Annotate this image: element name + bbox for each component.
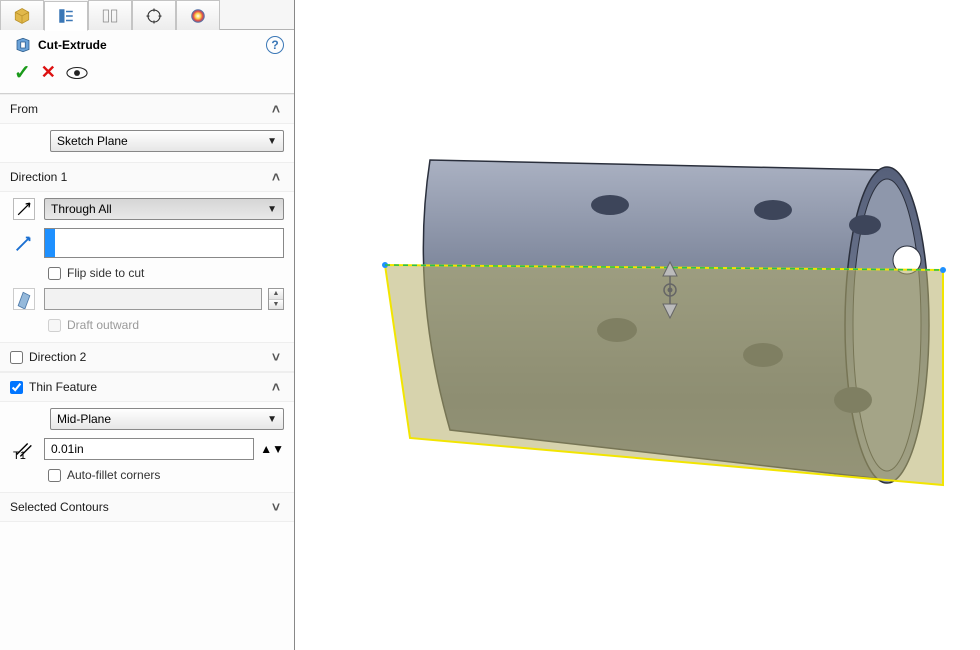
svg-text:T1: T1 [13, 450, 26, 460]
eye-icon[interactable] [66, 66, 88, 80]
section-selected-contours-header[interactable]: Selected Contours ˅ [0, 492, 294, 522]
property-icon [57, 7, 75, 25]
ok-button[interactable]: ✓ [14, 60, 31, 85]
chevron-up-icon: ˄ [272, 169, 280, 185]
section-direction2-label: Direction 2 [29, 350, 272, 364]
draft-spin-down[interactable]: ▼ [269, 300, 283, 310]
thin-feature-enable-checkbox[interactable] [10, 381, 23, 394]
section-thin-feature-label: Thin Feature [29, 380, 272, 394]
graphics-viewport[interactable] [295, 0, 980, 650]
section-from-header[interactable]: From ˄ [0, 94, 294, 124]
cut-extrude-icon [14, 36, 32, 54]
end-condition-value: Through All [51, 202, 112, 216]
feature-manager-tab[interactable] [0, 0, 44, 30]
section-from-label: From [10, 102, 272, 116]
chevron-down-icon: ˅ [272, 349, 280, 365]
from-dropdown-value: Sketch Plane [57, 134, 128, 148]
direction-vector-input[interactable] [55, 229, 283, 257]
chevron-down-icon: ▼ [267, 136, 277, 147]
model-hole [591, 195, 629, 215]
appearance-icon [189, 7, 207, 25]
chevron-down-icon: ˅ [272, 499, 280, 515]
thickness-spinner[interactable]: ▲▼ [260, 442, 284, 456]
draft-icon[interactable] [13, 288, 35, 310]
section-thin-feature-body: Mid-Plane ▼ T1 ▲▼ Auto-fillet corners [0, 402, 294, 492]
model-hole [849, 215, 881, 235]
auto-fillet-checkbox[interactable] [48, 469, 61, 482]
direction2-enable-checkbox[interactable] [10, 351, 23, 364]
draft-spin-up[interactable]: ▲ [269, 289, 283, 300]
sketch-plane [385, 265, 943, 485]
field-highlight [45, 229, 55, 257]
appearance-tab[interactable] [176, 0, 220, 30]
draft-spinner[interactable]: ▲▼ [268, 288, 284, 310]
section-direction1-header[interactable]: Direction 1 ˄ [0, 162, 294, 192]
config-icon [101, 7, 119, 25]
chevron-up-icon: ˄ [272, 379, 280, 395]
cancel-button[interactable]: ✕ [41, 62, 56, 83]
configuration-manager-tab[interactable] [88, 0, 132, 30]
reverse-direction-icon[interactable] [13, 198, 35, 220]
draft-angle-field[interactable] [44, 288, 262, 310]
panel-tabstrip [0, 0, 294, 30]
chevron-down-icon: ▼ [267, 204, 277, 215]
section-selected-contours-label: Selected Contours [10, 500, 272, 514]
feature-header: Cut-Extrude ? [0, 30, 294, 58]
draft-outward-checkbox [48, 319, 61, 332]
thin-type-dropdown[interactable]: Mid-Plane ▼ [50, 408, 284, 430]
confirm-row: ✓ ✕ [0, 58, 294, 94]
thickness-spin-up[interactable]: ▲ [260, 442, 272, 456]
feature-title: Cut-Extrude [38, 38, 107, 52]
chevron-down-icon: ▼ [267, 414, 277, 425]
flip-side-row[interactable]: Flip side to cut [48, 266, 284, 280]
section-from-body: Sketch Plane ▼ [0, 124, 294, 162]
thickness-input[interactable] [44, 438, 254, 460]
from-dropdown[interactable]: Sketch Plane ▼ [50, 130, 284, 152]
section-direction2-header[interactable]: Direction 2 ˅ [0, 342, 294, 372]
direction-vector-icon [13, 232, 35, 254]
draft-outward-row: Draft outward [48, 318, 284, 332]
draft-outward-label: Draft outward [67, 318, 139, 332]
property-manager-panel: Cut-Extrude ? ✓ ✕ From ˄ Sketch Plane ▼ … [0, 0, 295, 650]
viewport-canvas [295, 0, 980, 650]
thickness-icon: T1 [13, 438, 35, 460]
dimxpert-tab[interactable] [132, 0, 176, 30]
flip-side-checkbox[interactable] [48, 267, 61, 280]
cube-icon [13, 7, 31, 25]
target-icon [145, 7, 163, 25]
end-condition-dropdown[interactable]: Through All ▼ [44, 198, 284, 220]
thickness-spin-down[interactable]: ▼ [272, 442, 284, 456]
help-button[interactable]: ? [266, 36, 284, 54]
section-thin-feature-header[interactable]: Thin Feature ˄ [0, 372, 294, 402]
property-manager-tab[interactable] [44, 1, 88, 31]
section-direction1-label: Direction 1 [10, 170, 272, 184]
thin-type-value: Mid-Plane [57, 412, 111, 426]
flip-side-label: Flip side to cut [67, 266, 144, 280]
chevron-up-icon: ˄ [272, 101, 280, 117]
direction-vector-field[interactable] [44, 228, 284, 258]
auto-fillet-label: Auto-fillet corners [67, 468, 160, 482]
model-hole [754, 200, 792, 220]
auto-fillet-row[interactable]: Auto-fillet corners [48, 468, 284, 482]
section-direction1-body: Through All ▼ Flip side to cut ▲▼ [0, 192, 294, 342]
